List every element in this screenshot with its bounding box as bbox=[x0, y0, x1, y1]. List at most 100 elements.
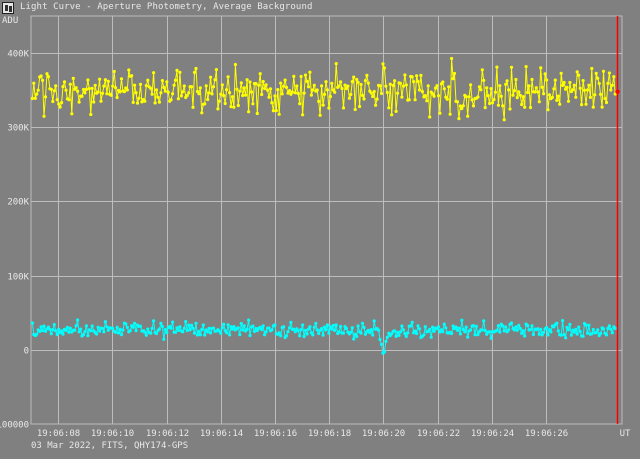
data-point bbox=[512, 328, 517, 332]
data-point bbox=[375, 97, 379, 101]
data-point bbox=[521, 329, 525, 333]
data-point bbox=[591, 327, 595, 332]
data-point bbox=[540, 85, 544, 89]
data-point bbox=[98, 329, 102, 333]
data-point bbox=[277, 331, 281, 335]
data-point bbox=[536, 327, 540, 331]
data-point bbox=[103, 320, 107, 324]
data-point bbox=[271, 109, 275, 113]
data-point bbox=[270, 101, 274, 105]
data-point bbox=[333, 328, 337, 332]
data-point bbox=[220, 83, 224, 87]
data-point bbox=[429, 335, 433, 339]
data-point bbox=[219, 92, 223, 96]
data-point bbox=[178, 70, 182, 74]
chart-series bbox=[30, 56, 617, 355]
data-point bbox=[562, 80, 566, 85]
data-point bbox=[274, 109, 278, 113]
data-point bbox=[325, 323, 329, 327]
data-point bbox=[330, 81, 334, 85]
data-point bbox=[273, 323, 277, 327]
data-point bbox=[404, 83, 408, 87]
data-point bbox=[599, 331, 603, 336]
data-point bbox=[70, 112, 74, 116]
data-point bbox=[356, 324, 360, 328]
data-point bbox=[263, 86, 267, 91]
data-point bbox=[372, 89, 376, 94]
data-point bbox=[251, 102, 255, 106]
data-point bbox=[131, 325, 135, 329]
data-point bbox=[173, 330, 178, 334]
data-point bbox=[502, 329, 506, 333]
data-point bbox=[476, 333, 480, 337]
data-point bbox=[482, 319, 486, 323]
data-point bbox=[122, 90, 126, 94]
data-point bbox=[257, 83, 261, 87]
data-point bbox=[533, 90, 537, 94]
data-point bbox=[495, 328, 499, 332]
data-point bbox=[137, 96, 141, 100]
series-target bbox=[30, 56, 617, 122]
data-point bbox=[284, 85, 289, 89]
data-point bbox=[279, 334, 283, 338]
data-point bbox=[226, 323, 230, 327]
data-point bbox=[49, 332, 53, 336]
data-point bbox=[128, 329, 132, 333]
data-point bbox=[596, 328, 600, 332]
data-point bbox=[606, 81, 610, 85]
data-point bbox=[604, 333, 609, 337]
data-point bbox=[242, 324, 246, 328]
data-point bbox=[302, 91, 306, 95]
data-point bbox=[238, 333, 242, 337]
data-point bbox=[317, 331, 321, 336]
data-point bbox=[87, 87, 91, 91]
data-point bbox=[368, 331, 372, 335]
data-point bbox=[349, 330, 353, 334]
data-point bbox=[171, 320, 175, 324]
data-point bbox=[581, 79, 585, 83]
data-point bbox=[562, 333, 566, 337]
data-point bbox=[542, 92, 546, 96]
data-point bbox=[410, 75, 414, 79]
data-point bbox=[379, 342, 384, 346]
data-point bbox=[286, 330, 290, 334]
data-point bbox=[527, 84, 531, 88]
data-point bbox=[143, 99, 147, 103]
data-point bbox=[407, 98, 411, 102]
data-point bbox=[359, 331, 363, 335]
data-point bbox=[95, 332, 99, 336]
data-point bbox=[546, 333, 550, 337]
data-point bbox=[236, 103, 240, 108]
data-point bbox=[401, 328, 405, 332]
data-point bbox=[216, 107, 220, 111]
data-point bbox=[321, 333, 325, 337]
data-point bbox=[247, 110, 251, 114]
data-point bbox=[536, 90, 540, 94]
data-point bbox=[574, 95, 578, 99]
data-point bbox=[201, 323, 205, 327]
data-point bbox=[385, 90, 389, 95]
data-point bbox=[54, 329, 58, 333]
data-point bbox=[543, 72, 547, 76]
data-point bbox=[561, 83, 565, 87]
data-point bbox=[569, 333, 574, 337]
data-point bbox=[362, 325, 366, 330]
data-point bbox=[301, 323, 305, 327]
data-point bbox=[515, 328, 519, 332]
data-point bbox=[176, 328, 180, 332]
data-point bbox=[134, 329, 138, 333]
data-point bbox=[270, 328, 274, 332]
data-point bbox=[324, 80, 328, 84]
data-point bbox=[43, 95, 48, 99]
data-point bbox=[599, 92, 603, 96]
data-point bbox=[438, 111, 442, 115]
data-point bbox=[38, 329, 42, 334]
data-point bbox=[564, 336, 568, 340]
data-point bbox=[460, 106, 464, 111]
data-point bbox=[400, 95, 404, 99]
data-point bbox=[447, 85, 451, 89]
data-point bbox=[566, 99, 571, 103]
data-point bbox=[143, 330, 147, 334]
light-curve-chart[interactable]: 400K 300K 200K 100K 0 100000 19:06:08 19:06:10 1… bbox=[0, 0, 640, 459]
data-point bbox=[320, 84, 324, 88]
